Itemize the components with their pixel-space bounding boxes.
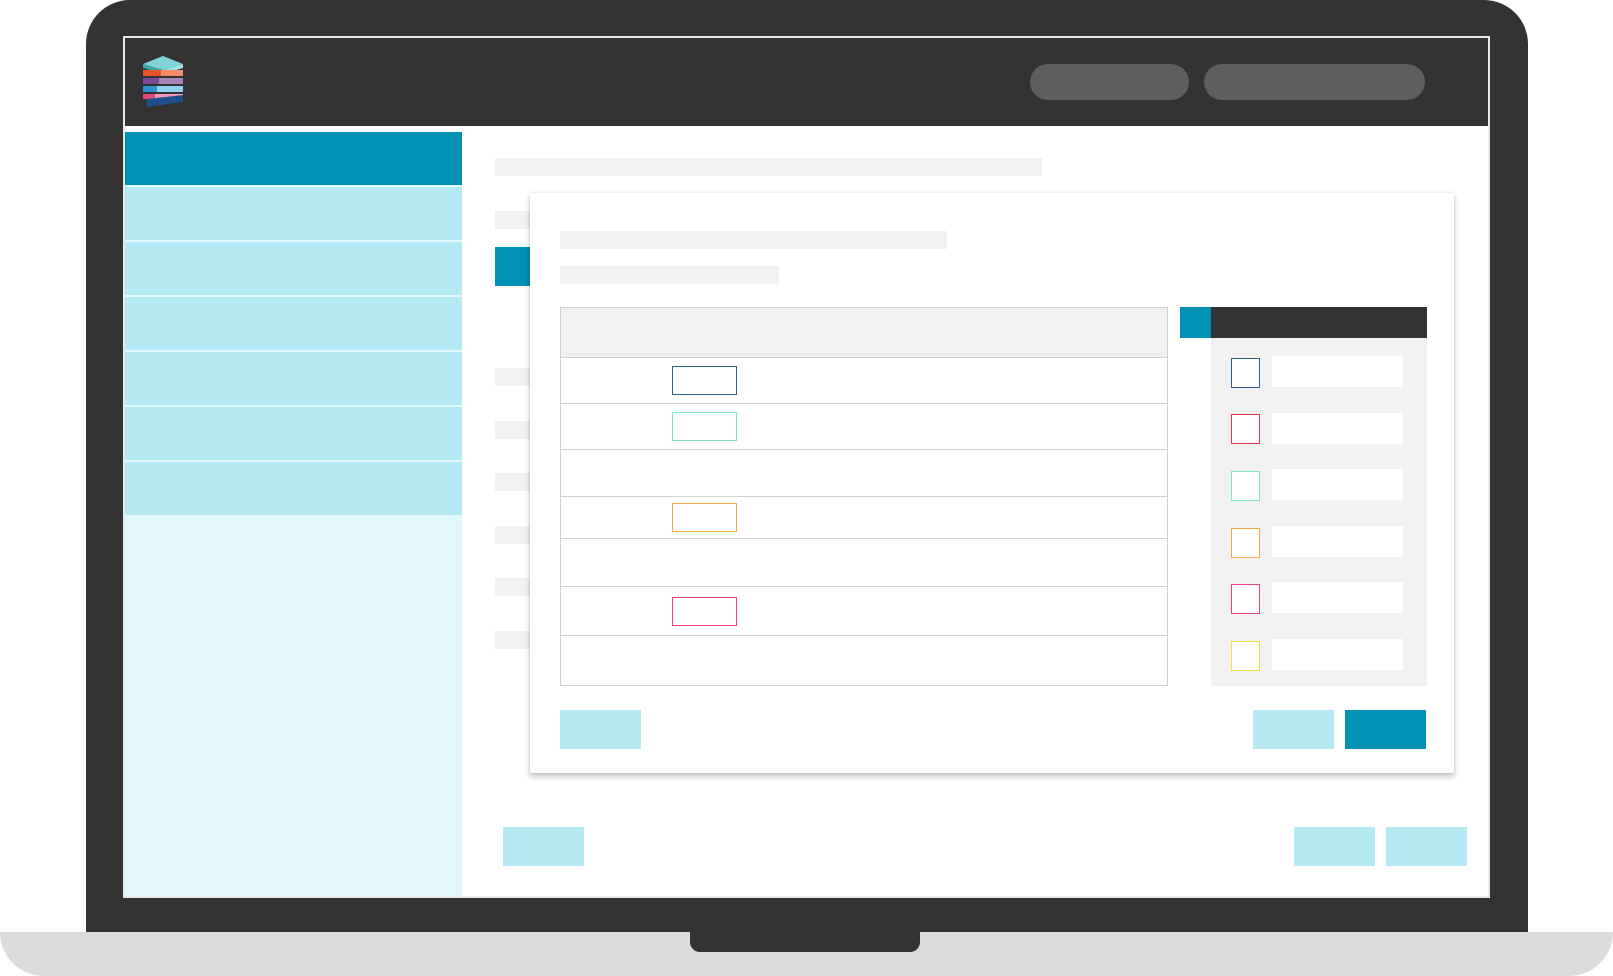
modal-dialog <box>530 193 1454 773</box>
row-color-tag[interactable] <box>672 412 737 441</box>
legend-swatch[interactable] <box>1231 641 1260 671</box>
sidebar-item-4[interactable] <box>125 297 462 350</box>
legend-swatch[interactable] <box>1231 471 1260 501</box>
legend-swatch[interactable] <box>1231 528 1260 558</box>
legend-swatch[interactable] <box>1231 414 1260 444</box>
page-title-placeholder <box>495 158 1042 176</box>
table-row[interactable] <box>561 450 1167 497</box>
color-legend-panel <box>1180 307 1427 686</box>
app-header <box>125 38 1488 126</box>
table-row[interactable] <box>561 358 1167 404</box>
sidebar-item-1[interactable] <box>125 132 462 185</box>
legend-label-field[interactable] <box>1272 582 1403 613</box>
modal-title <box>560 231 947 249</box>
sidebar-item-5[interactable] <box>125 352 462 405</box>
modal-left-button[interactable] <box>560 710 641 749</box>
legend-label-field[interactable] <box>1272 356 1403 387</box>
sidebar-item-3[interactable] <box>125 242 462 295</box>
sidebar-item-7[interactable] <box>125 462 462 515</box>
legend-header-accent <box>1180 307 1211 338</box>
table-row[interactable] <box>561 404 1167 450</box>
header-pill-2[interactable] <box>1204 64 1425 100</box>
sidebar-item-6[interactable] <box>125 407 462 460</box>
assignment-table <box>560 307 1168 686</box>
row-color-tag[interactable] <box>672 597 737 626</box>
legend-body <box>1211 338 1427 686</box>
legend-swatch[interactable] <box>1231 584 1260 614</box>
page-button-a[interactable] <box>1294 827 1375 866</box>
header-pill-1[interactable] <box>1030 64 1189 100</box>
sidebar <box>125 132 462 896</box>
legend-label-field[interactable] <box>1272 639 1403 670</box>
table-header <box>561 308 1167 358</box>
legend-label-field[interactable] <box>1272 413 1403 444</box>
legend-label-field[interactable] <box>1272 469 1403 500</box>
modal-subtitle <box>560 266 779 284</box>
legend-header <box>1180 307 1427 338</box>
table-row[interactable] <box>561 636 1167 685</box>
page-back-button[interactable] <box>503 827 584 866</box>
table-row[interactable] <box>561 497 1167 539</box>
stacked-books-logo-icon[interactable] <box>141 54 185 108</box>
modal-cancel-button[interactable] <box>1253 710 1334 749</box>
page-button-b[interactable] <box>1386 827 1467 866</box>
modal-confirm-button[interactable] <box>1345 710 1426 749</box>
legend-swatch[interactable] <box>1231 358 1260 388</box>
laptop-notch <box>690 932 920 952</box>
table-row[interactable] <box>561 539 1167 587</box>
table-row[interactable] <box>561 587 1167 636</box>
row-color-tag[interactable] <box>672 503 737 532</box>
sidebar-item-2[interactable] <box>125 187 462 240</box>
row-color-tag[interactable] <box>672 366 737 395</box>
legend-label-field[interactable] <box>1272 526 1403 557</box>
